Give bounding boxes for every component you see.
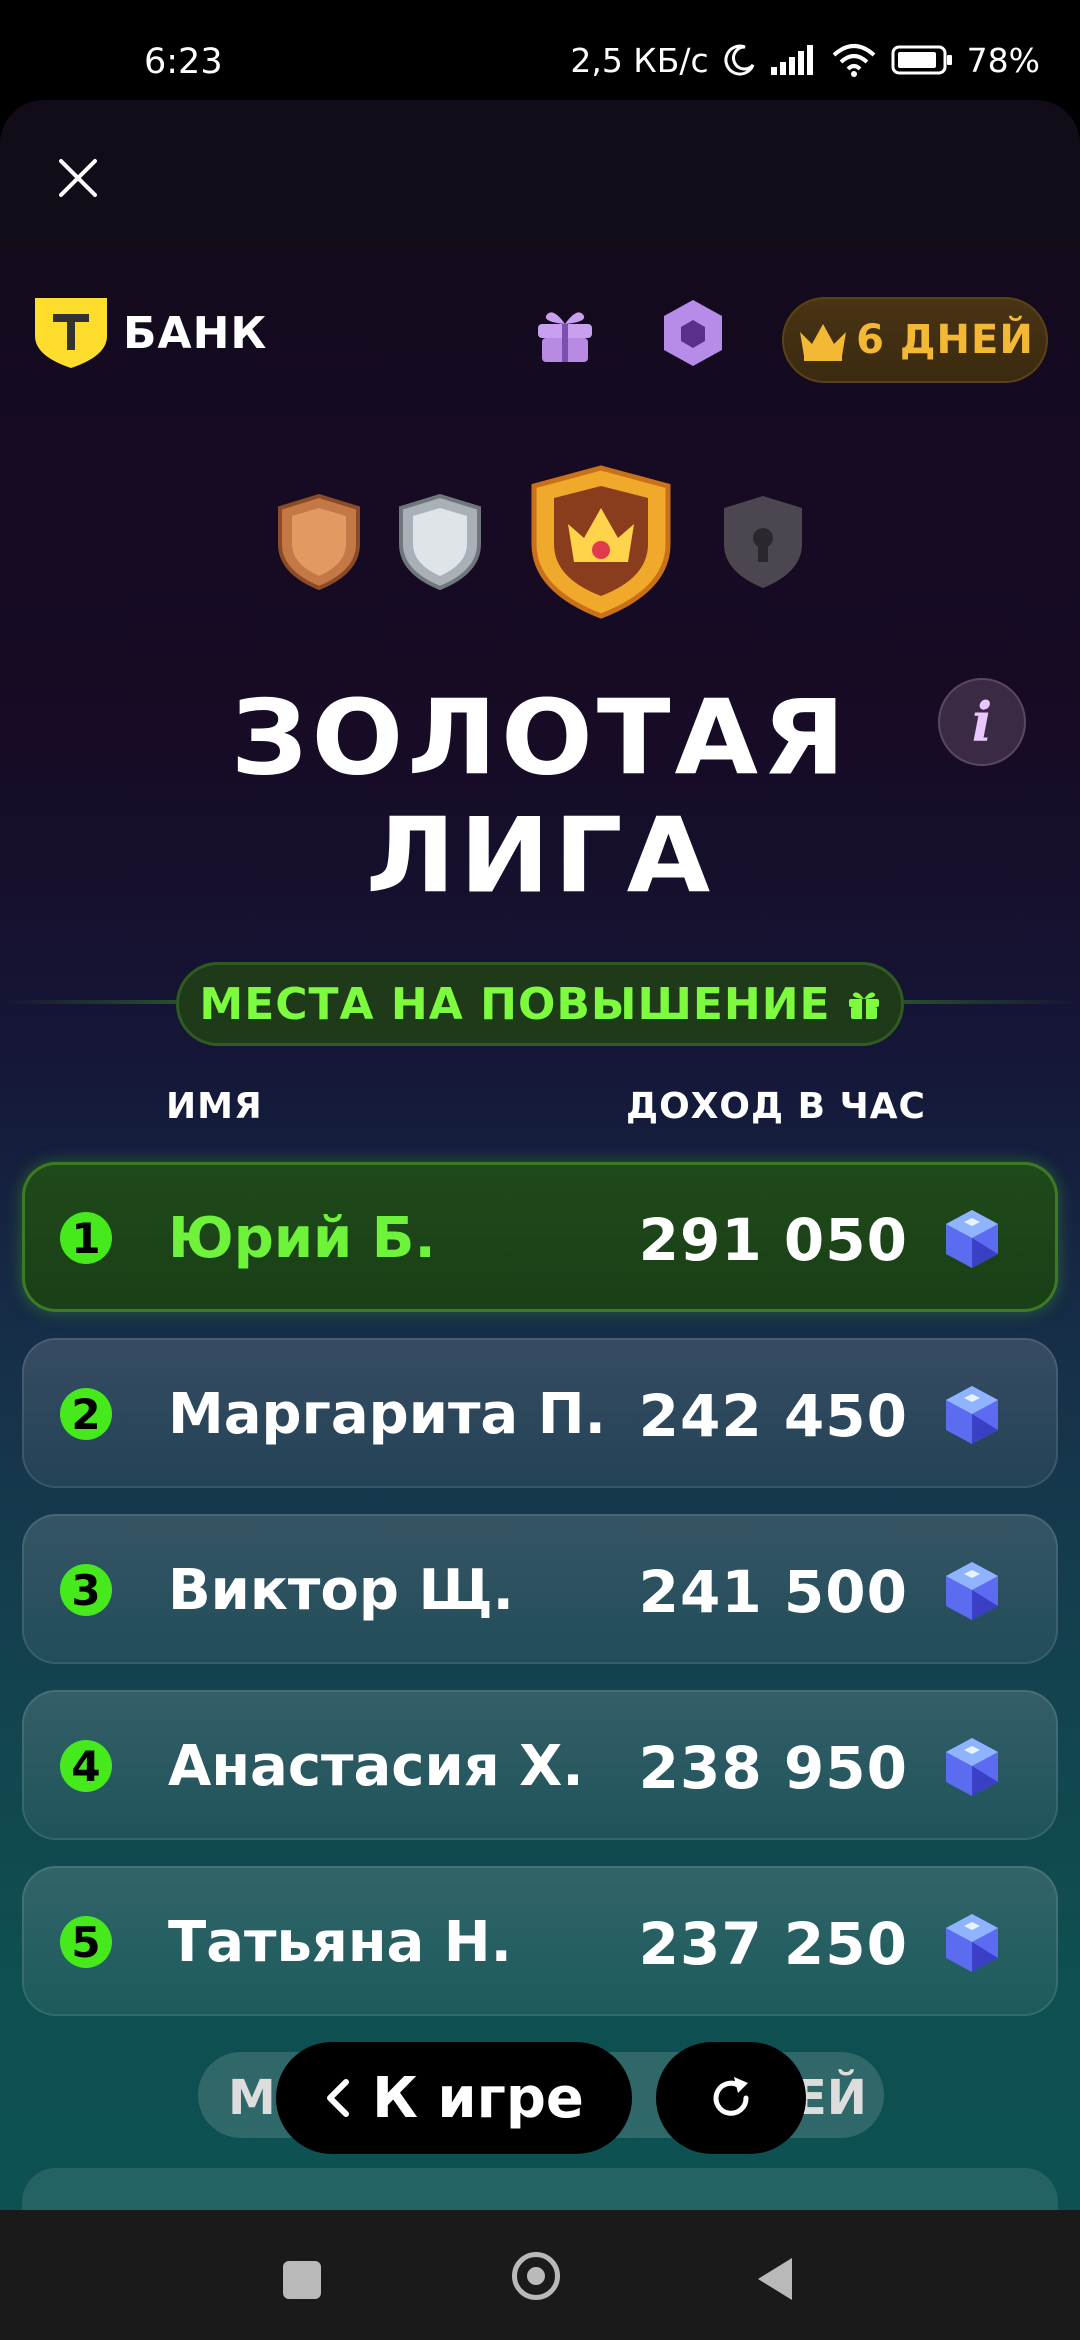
promotion-zone-label: МЕСТА НА ПОВЫШЕНИЕ — [176, 962, 904, 1046]
leaderboard-row[interactable]: 1 Юрий Б. 291 050 — [22, 1162, 1058, 1312]
battery-icon — [891, 45, 952, 75]
back-to-game-label: К игре — [372, 2065, 584, 2131]
system-nav-bar — [0, 2210, 1080, 2340]
player-income: 237 250 — [638, 1910, 908, 1978]
promotion-text: МЕСТА НА ПОВЫШЕНИЕ — [199, 978, 831, 1030]
leaderboard-row[interactable]: 2 Маргарита П. 242 450 — [22, 1338, 1058, 1488]
crystal-icon — [946, 1386, 998, 1444]
rank-badge: 1 — [60, 1212, 112, 1264]
back-triangle-icon[interactable] — [756, 2256, 796, 2302]
refresh-icon — [713, 2077, 749, 2116]
league-title: ЗОЛОТАЯ ЛИГА — [0, 680, 1080, 916]
player-name: Татьяна Н. — [168, 1910, 512, 1975]
wifi-icon — [832, 44, 875, 77]
status-time: 6:23 — [144, 42, 223, 82]
logo-text: БАНК — [123, 307, 268, 359]
hexagon-gem-icon[interactable] — [660, 298, 726, 368]
rank-badge: 4 — [60, 1740, 112, 1792]
status-bar: 6:23 2,5 КБ/с 78% — [0, 0, 1080, 100]
leaderboard-row[interactable]: 4 Анастасия Х. 238 950 — [22, 1690, 1058, 1840]
demotion-text-left: М — [228, 2070, 276, 2126]
rank-badge: 2 — [60, 1388, 112, 1440]
tbank-logo: БАНК — [33, 296, 267, 370]
crystal-icon — [946, 1738, 998, 1796]
info-icon[interactable]: i — [938, 678, 1026, 766]
gift-icon[interactable] — [532, 300, 598, 366]
player-name: Виктор Щ. — [168, 1558, 514, 1623]
silver-shield-icon[interactable] — [397, 494, 483, 590]
bronze-shield-icon[interactable] — [276, 494, 362, 590]
tbank-shield-icon — [35, 298, 107, 368]
player-name: Маргарита П. — [168, 1382, 606, 1447]
rank-badge: 3 — [60, 1564, 112, 1616]
player-income: 241 500 — [638, 1558, 908, 1626]
locked-shield-icon[interactable] — [720, 494, 806, 590]
player-income: 291 050 — [638, 1206, 908, 1274]
crystal-icon — [946, 1914, 998, 1972]
days-badge[interactable]: 6 ДНЕЙ — [782, 297, 1048, 383]
refresh-button[interactable] — [656, 2042, 806, 2154]
signal-icon — [770, 45, 813, 75]
gold-crown-shield-icon[interactable] — [528, 464, 674, 620]
back-to-game-button[interactable]: К игре — [276, 2042, 632, 2154]
league-progress — [0, 460, 1080, 630]
league-title-line2: ЛИГА — [365, 796, 715, 917]
network-speed: 2,5 КБ/с — [570, 40, 709, 80]
chevron-left-icon — [327, 2079, 350, 2117]
moon-icon — [724, 44, 755, 76]
crystal-icon — [946, 1210, 998, 1268]
player-income: 242 450 — [638, 1382, 908, 1450]
crown-icon — [800, 324, 847, 361]
leaderboard-row[interactable]: 3 Виктор Щ. 241 500 — [22, 1514, 1058, 1664]
player-name: Анастасия Х. — [168, 1734, 584, 1799]
column-header-income: ДОХОД В ЧАС — [626, 1086, 926, 1127]
column-header-name: ИМЯ — [166, 1086, 263, 1127]
sheet-header — [0, 100, 1080, 252]
days-text: 6 ДНЕЙ — [856, 317, 1034, 363]
home-icon[interactable] — [512, 2252, 560, 2300]
leaderboard-row[interactable]: 5 Татьяна Н. 237 250 — [22, 1866, 1058, 2016]
status-right: 2,5 КБ/с 78% — [570, 40, 1040, 80]
league-title-line1: ЗОЛОТАЯ — [230, 678, 850, 799]
recents-icon[interactable] — [283, 2261, 321, 2299]
gift-small-icon — [848, 992, 879, 1019]
rank-badge: 5 — [60, 1916, 112, 1968]
player-income: 238 950 — [638, 1734, 908, 1802]
close-icon[interactable] — [50, 150, 106, 206]
player-name: Юрий Б. — [168, 1206, 436, 1271]
crystal-icon — [946, 1562, 998, 1620]
battery-percent: 78% — [966, 40, 1040, 80]
